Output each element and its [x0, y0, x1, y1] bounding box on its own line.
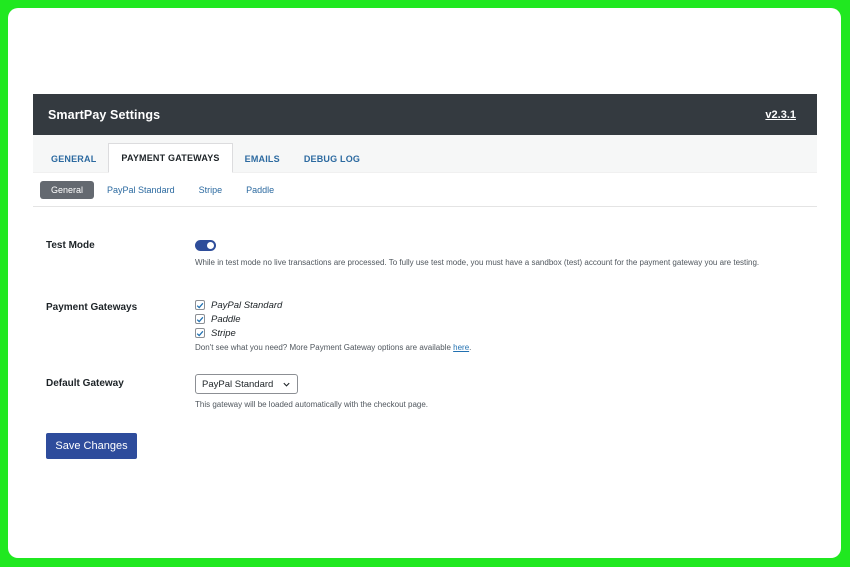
tab-payment-gateways[interactable]: PAYMENT GATEWAYS: [108, 143, 233, 173]
default-gateway-body: PayPal Standard This gateway will be loa…: [195, 374, 795, 411]
version-link[interactable]: v2.3.1: [765, 109, 796, 121]
payment-gateways-label: Payment Gateways: [46, 302, 138, 313]
save-changes-button[interactable]: Save Changes: [46, 433, 137, 459]
tab-debug-log[interactable]: DEBUG LOG: [292, 145, 372, 173]
more-gateways-link[interactable]: here: [453, 343, 469, 352]
selected-gateway: PayPal Standard: [202, 378, 274, 390]
chevron-down-icon: [283, 382, 290, 387]
test-mode-body: While in test mode no live transactions …: [195, 240, 795, 269]
toggle-knob: [207, 242, 214, 249]
note-text: Don't see what you need? More Payment Ga…: [195, 343, 454, 352]
page-title: SmartPay Settings: [48, 107, 161, 122]
payment-gateways-body: PayPal Standard Paddle Stripe Don't see …: [195, 298, 795, 354]
paddle-checkbox[interactable]: [195, 314, 205, 324]
note-suffix: .: [469, 343, 472, 352]
checkmark-icon: [196, 330, 204, 337]
gateway-subtabs: General PayPal Standard Stripe Paddle: [33, 173, 817, 207]
settings-tabs: GENERAL PAYMENT GATEWAYS EMAILS DEBUG LO…: [33, 135, 817, 173]
subtab-paypal-standard[interactable]: PayPal Standard: [96, 181, 186, 199]
subtab-general[interactable]: General: [40, 180, 95, 199]
default-gateway-select[interactable]: PayPal Standard: [195, 374, 298, 394]
test-mode-description: While in test mode no live transactions …: [195, 258, 760, 267]
stripe-checkbox[interactable]: [195, 328, 205, 338]
subtab-stripe[interactable]: Stripe: [188, 181, 234, 199]
paypal-standard-checkbox[interactable]: [195, 300, 205, 310]
test-mode-toggle[interactable]: [195, 240, 216, 251]
default-gateway-label: Default Gateway: [46, 378, 124, 389]
checkmark-icon: [196, 302, 204, 309]
settings-header: SmartPay Settings v2.3.1: [33, 94, 817, 135]
tab-general[interactable]: GENERAL: [39, 145, 108, 173]
checkmark-icon: [196, 316, 204, 323]
gateway-option-paddle[interactable]: Paddle: [195, 312, 795, 326]
tab-emails[interactable]: EMAILS: [233, 145, 292, 173]
gateway-option-label: Paddle: [211, 313, 241, 325]
gateway-option-label: PayPal Standard: [211, 299, 283, 311]
default-gateway-description: This gateway will be loaded automaticall…: [195, 400, 429, 409]
gateway-option-stripe[interactable]: Stripe: [195, 326, 795, 340]
screenshot-frame: SmartPay Settings v2.3.1 GENERAL PAYMENT…: [8, 8, 841, 558]
test-mode-label: Test Mode: [46, 240, 95, 251]
gateway-option-label: Stripe: [211, 327, 236, 339]
payment-gateways-note: Don't see what you need? More Payment Ga…: [195, 342, 795, 354]
settings-panel: SmartPay Settings v2.3.1 GENERAL PAYMENT…: [33, 94, 817, 478]
gateway-option-paypal-standard[interactable]: PayPal Standard: [195, 298, 795, 312]
subtab-paddle[interactable]: Paddle: [235, 181, 285, 199]
